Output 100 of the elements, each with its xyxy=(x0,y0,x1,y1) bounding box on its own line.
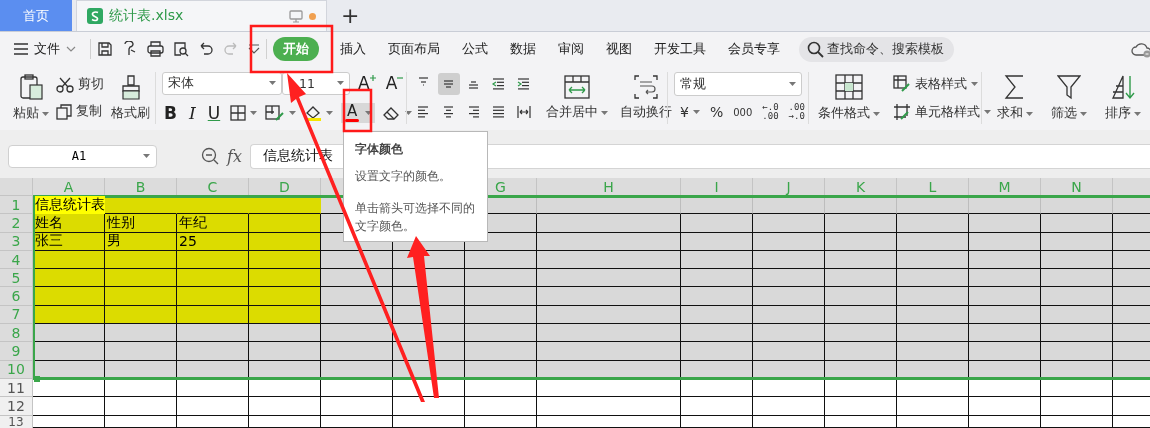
dropdown-icon[interactable] xyxy=(248,44,260,54)
table-cell xyxy=(1041,214,1113,233)
clipboard-icon xyxy=(19,74,43,100)
brush-icon xyxy=(119,74,142,100)
wrap-text-icon xyxy=(634,75,659,99)
table-cell: 年纪 xyxy=(177,214,249,233)
table-cell xyxy=(321,397,393,416)
ribbon-tab[interactable]: 视图 xyxy=(595,37,643,61)
ribbon-tab[interactable]: 开发工具 xyxy=(643,37,717,61)
table-cell xyxy=(249,269,321,288)
table-cell xyxy=(321,287,393,306)
table-cell xyxy=(897,269,969,288)
align-middle-button[interactable] xyxy=(438,73,461,95)
caret-icon xyxy=(326,111,334,115)
cut-button[interactable]: 剪切 xyxy=(56,76,104,93)
table-cell xyxy=(177,342,249,361)
table-cell xyxy=(897,397,969,416)
save-icon[interactable] xyxy=(97,41,113,57)
table-cell xyxy=(321,342,393,361)
conditional-format-button[interactable]: 条件格式 xyxy=(815,72,883,124)
table-cell xyxy=(177,324,249,343)
ribbon-tab[interactable]: 数据 xyxy=(499,37,547,61)
increase-font-size-button[interactable]: A xyxy=(356,74,378,92)
borders-icon[interactable] xyxy=(230,105,247,121)
table-cell xyxy=(465,342,537,361)
table-style-button[interactable]: 表格样式 xyxy=(893,75,991,93)
table-cell xyxy=(465,397,537,416)
currency-button[interactable]: ¥ xyxy=(680,104,689,120)
ribbon-tab[interactable]: 审阅 xyxy=(547,37,595,61)
distribute-icon xyxy=(516,104,533,120)
percent-button[interactable]: % xyxy=(709,104,724,120)
table-cell xyxy=(105,324,177,343)
row-header[interactable]: 12 xyxy=(0,397,33,416)
format-painter-button[interactable]: 格式刷 xyxy=(108,72,153,124)
caret-icon xyxy=(337,81,345,85)
name-box[interactable]: A1 xyxy=(8,144,157,168)
fill-pattern-icon[interactable] xyxy=(265,104,286,122)
bold-button[interactable]: B xyxy=(162,104,179,122)
cell-style-button[interactable]: 单元格样式 xyxy=(893,103,991,121)
table-cell xyxy=(681,397,753,416)
function-label[interactable]: fx xyxy=(227,146,242,166)
chevron-down-icon xyxy=(66,46,76,52)
sum-icon xyxy=(1004,74,1026,100)
italic-button[interactable]: I xyxy=(187,104,198,122)
search-field[interactable]: 查找命令、搜索模板 xyxy=(799,36,954,62)
scissors-icon xyxy=(56,76,74,93)
table-cell xyxy=(321,324,393,343)
thousands-separator-button[interactable]: 000 xyxy=(733,106,753,118)
table-grid-icon xyxy=(835,74,863,100)
tab-label: 统计表.xlsx xyxy=(109,7,184,25)
paste-button[interactable]: 粘贴 xyxy=(10,72,52,124)
caret-icon xyxy=(692,110,700,114)
table-cell xyxy=(753,287,825,306)
ribbon-tab[interactable]: 会员专享 xyxy=(717,37,791,61)
table-cell xyxy=(321,269,393,288)
file-menu[interactable]: 文件 xyxy=(14,40,76,58)
decrease-font-size-button[interactable]: A xyxy=(383,74,406,92)
number-format-dropdown[interactable]: 常规 xyxy=(674,72,802,96)
font-name-dropdown[interactable]: 宋体 xyxy=(162,71,283,95)
undo-icon[interactable] xyxy=(198,42,214,56)
sum-button[interactable]: 求和 xyxy=(994,72,1036,124)
cloud-icon[interactable] xyxy=(1131,40,1150,58)
annotation-box xyxy=(342,88,373,133)
table-cell xyxy=(393,397,465,416)
table-cell xyxy=(969,397,1041,416)
caret-icon xyxy=(365,111,373,115)
print-icon[interactable] xyxy=(147,41,164,57)
table-cell xyxy=(753,342,825,361)
table-cell xyxy=(105,287,177,306)
decrease-decimal-button[interactable]: .00 →.0 xyxy=(788,103,805,121)
tooltip-title: 字体颜色 xyxy=(355,141,404,158)
copy-button[interactable]: 复制 xyxy=(56,103,104,120)
table-cell xyxy=(897,342,969,361)
ribbon-tab[interactable]: 公式 xyxy=(451,37,499,61)
table-cell xyxy=(105,269,177,288)
caret-icon xyxy=(1026,111,1033,116)
table-cell xyxy=(897,287,969,306)
table-cell xyxy=(249,342,321,361)
increase-decimal-button[interactable]: ←.0 .00 xyxy=(762,103,779,121)
table-cell xyxy=(753,397,825,416)
table-cell xyxy=(249,287,321,306)
table-cell xyxy=(825,397,897,416)
menu-icon xyxy=(14,43,28,55)
sort-button[interactable]: 排序 xyxy=(1102,72,1144,124)
sort-icon xyxy=(1111,74,1135,100)
monitor-icon xyxy=(289,9,303,23)
fill-handle[interactable] xyxy=(34,376,40,383)
ribbon-tab[interactable]: 插入 xyxy=(329,37,377,61)
filter-button[interactable]: 筛选 xyxy=(1048,72,1090,124)
underline-button[interactable]: U xyxy=(205,104,223,122)
table-cell xyxy=(681,269,753,288)
merge-center-button[interactable]: 合并居中 xyxy=(543,73,612,123)
zoom-icon[interactable] xyxy=(201,147,219,165)
table-cell xyxy=(681,287,753,306)
table-cell xyxy=(249,214,321,233)
print-preview-icon[interactable] xyxy=(173,41,189,57)
table-cell xyxy=(897,214,969,233)
new-tab-button[interactable]: + xyxy=(341,4,360,27)
table-cell xyxy=(465,287,537,306)
ribbon-tab[interactable]: 页面布局 xyxy=(377,37,451,61)
